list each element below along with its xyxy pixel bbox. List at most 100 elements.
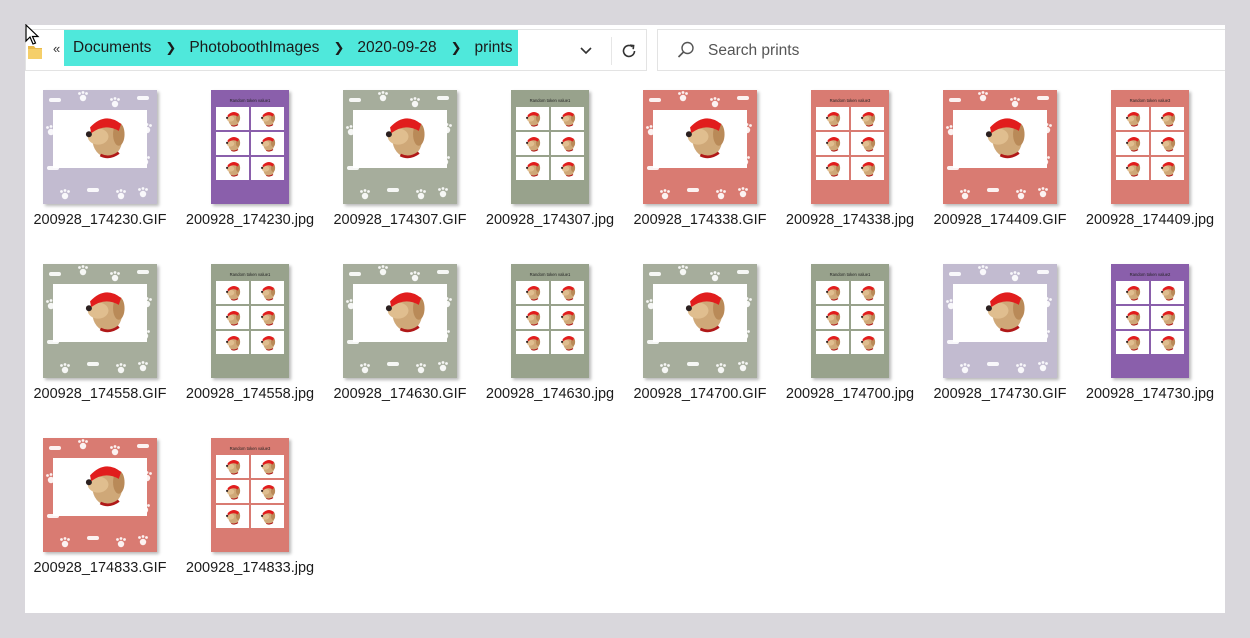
file-name: 200928_174230.jpg bbox=[185, 212, 315, 228]
breadcrumb: Documents ❯ PhotoboothImages ❯ 2020-09-2… bbox=[64, 30, 519, 66]
file-name: 200928_174700.jpg bbox=[785, 386, 915, 402]
photo-strip-thumbnail: Random token value3 bbox=[211, 438, 289, 552]
file-item[interactable]: 200928_174630.GIF bbox=[325, 259, 475, 433]
file-thumbnail[interactable]: Random token value2 bbox=[1080, 264, 1220, 378]
file-item[interactable]: 200928_174833.GIF bbox=[25, 433, 175, 607]
photo-strip-thumbnail: Random token value1 bbox=[211, 264, 289, 378]
breadcrumb-item-photoboothimages[interactable]: PhotoboothImages bbox=[189, 39, 319, 57]
search-input[interactable] bbox=[708, 39, 1108, 63]
file-thumbnail[interactable] bbox=[930, 90, 1070, 204]
chevron-right-icon[interactable]: ❯ bbox=[333, 40, 344, 56]
file-name: 200928_174730.jpg bbox=[1085, 386, 1215, 402]
gif-thumbnail bbox=[643, 264, 757, 378]
file-thumbnail[interactable] bbox=[630, 264, 770, 378]
file-item[interactable]: Random token value3 200928_174409.jpg bbox=[1075, 85, 1225, 259]
file-thumbnail[interactable]: Random token value1 bbox=[780, 264, 920, 378]
strip-caption: Random token value1 bbox=[230, 98, 271, 103]
address-bar[interactable]: « Documents ❯ PhotoboothImages ❯ 2020-09… bbox=[25, 29, 647, 71]
file-item[interactable]: Random token value1 200928_174700.jpg bbox=[775, 259, 925, 433]
photo-strip-thumbnail: Random token value3 bbox=[811, 90, 889, 204]
strip-caption: Random token value1 bbox=[830, 272, 871, 277]
file-name: 200928_174558.jpg bbox=[185, 386, 315, 402]
gif-thumbnail bbox=[43, 438, 157, 552]
file-thumbnail[interactable] bbox=[30, 438, 170, 552]
gif-thumbnail bbox=[943, 264, 1057, 378]
breadcrumb-overflow-icon[interactable]: « bbox=[53, 41, 60, 56]
gif-thumbnail bbox=[943, 90, 1057, 204]
file-item[interactable]: Random token value2 200928_174730.jpg bbox=[1075, 259, 1225, 433]
gif-thumbnail bbox=[43, 264, 157, 378]
file-name: 200928_174338.jpg bbox=[785, 212, 915, 228]
file-thumbnail[interactable]: Random token value1 bbox=[180, 90, 320, 204]
strip-caption: Random token value1 bbox=[530, 272, 571, 277]
photo-strip-thumbnail: Random token value1 bbox=[211, 90, 289, 204]
file-item[interactable]: 200928_174700.GIF bbox=[625, 259, 775, 433]
file-name: 200928_174409.GIF bbox=[933, 212, 1067, 228]
file-name: 200928_174630.jpg bbox=[485, 386, 615, 402]
file-thumbnail[interactable]: Random token value1 bbox=[480, 90, 620, 204]
strip-caption: Random token value1 bbox=[530, 98, 571, 103]
strip-caption: Random token value3 bbox=[1130, 98, 1171, 103]
file-item[interactable]: Random token value3 200928_174338.jpg bbox=[775, 85, 925, 259]
file-thumbnail[interactable]: Random token value3 bbox=[780, 90, 920, 204]
file-name: 200928_174307.jpg bbox=[485, 212, 615, 228]
file-thumbnail[interactable] bbox=[30, 264, 170, 378]
file-name: 200928_174833.jpg bbox=[185, 560, 315, 576]
file-item[interactable]: Random token value1 200928_174630.jpg bbox=[475, 259, 625, 433]
chevron-right-icon[interactable]: ❯ bbox=[165, 40, 176, 56]
file-item[interactable]: Random token value1 200928_174230.jpg bbox=[175, 85, 325, 259]
file-name: 200928_174409.jpg bbox=[1085, 212, 1215, 228]
chevron-down-icon[interactable] bbox=[576, 40, 596, 60]
file-thumbnail[interactable]: Random token value3 bbox=[1080, 90, 1220, 204]
file-item[interactable]: Random token value1 200928_174307.jpg bbox=[475, 85, 625, 259]
file-thumbnail[interactable] bbox=[330, 264, 470, 378]
file-thumbnail[interactable] bbox=[30, 90, 170, 204]
file-item[interactable]: 200928_174307.GIF bbox=[325, 85, 475, 259]
gif-thumbnail bbox=[343, 90, 457, 204]
breadcrumb-item-documents[interactable]: Documents bbox=[73, 39, 151, 57]
breadcrumb-item-prints[interactable]: prints bbox=[475, 39, 513, 57]
gif-thumbnail bbox=[43, 90, 157, 204]
strip-caption: Random token value2 bbox=[1130, 272, 1171, 277]
photo-strip-thumbnail: Random token value2 bbox=[1111, 264, 1189, 378]
file-grid: 200928_174230.GIF Random token value1 2009… bbox=[25, 85, 1225, 607]
file-item[interactable]: Random token value1 200928_174558.jpg bbox=[175, 259, 325, 433]
file-thumbnail[interactable] bbox=[630, 90, 770, 204]
photo-strip-thumbnail: Random token value3 bbox=[1111, 90, 1189, 204]
refresh-button[interactable] bbox=[611, 37, 645, 65]
gif-thumbnail bbox=[643, 90, 757, 204]
file-name: 200928_174558.GIF bbox=[33, 386, 167, 402]
photo-strip-thumbnail: Random token value1 bbox=[511, 264, 589, 378]
file-thumbnail[interactable]: Random token value3 bbox=[180, 438, 320, 552]
file-item[interactable]: Random token value3 200928_174833.jpg bbox=[175, 433, 325, 607]
mouse-cursor-icon bbox=[25, 24, 40, 45]
search-box[interactable] bbox=[657, 29, 1225, 71]
file-name: 200928_174700.GIF bbox=[633, 386, 767, 402]
chevron-right-icon[interactable]: ❯ bbox=[451, 40, 462, 56]
file-name: 200928_174730.GIF bbox=[933, 386, 1067, 402]
gif-thumbnail bbox=[343, 264, 457, 378]
strip-caption: Random token value1 bbox=[230, 272, 271, 277]
search-icon bbox=[677, 41, 694, 58]
photo-strip-thumbnail: Random token value1 bbox=[811, 264, 889, 378]
file-thumbnail[interactable]: Random token value1 bbox=[180, 264, 320, 378]
file-name: 200928_174833.GIF bbox=[33, 560, 167, 576]
file-name: 200928_174630.GIF bbox=[333, 386, 467, 402]
file-item[interactable]: 200928_174558.GIF bbox=[25, 259, 175, 433]
file-item[interactable]: 200928_174338.GIF bbox=[625, 85, 775, 259]
file-thumbnail[interactable]: Random token value1 bbox=[480, 264, 620, 378]
strip-caption: Random token value3 bbox=[830, 98, 871, 103]
file-item[interactable]: 200928_174730.GIF bbox=[925, 259, 1075, 433]
file-item[interactable]: 200928_174230.GIF bbox=[25, 85, 175, 259]
photo-strip-thumbnail: Random token value1 bbox=[511, 90, 589, 204]
refresh-icon bbox=[622, 44, 635, 58]
file-name: 200928_174338.GIF bbox=[633, 212, 767, 228]
strip-caption: Random token value3 bbox=[230, 446, 271, 451]
file-explorer-window: « Documents ❯ PhotoboothImages ❯ 2020-09… bbox=[25, 25, 1225, 613]
file-thumbnail[interactable] bbox=[330, 90, 470, 204]
file-name: 200928_174307.GIF bbox=[333, 212, 467, 228]
breadcrumb-item-date-folder[interactable]: 2020-09-28 bbox=[357, 39, 436, 57]
file-name: 200928_174230.GIF bbox=[33, 212, 167, 228]
file-item[interactable]: 200928_174409.GIF bbox=[925, 85, 1075, 259]
file-thumbnail[interactable] bbox=[930, 264, 1070, 378]
